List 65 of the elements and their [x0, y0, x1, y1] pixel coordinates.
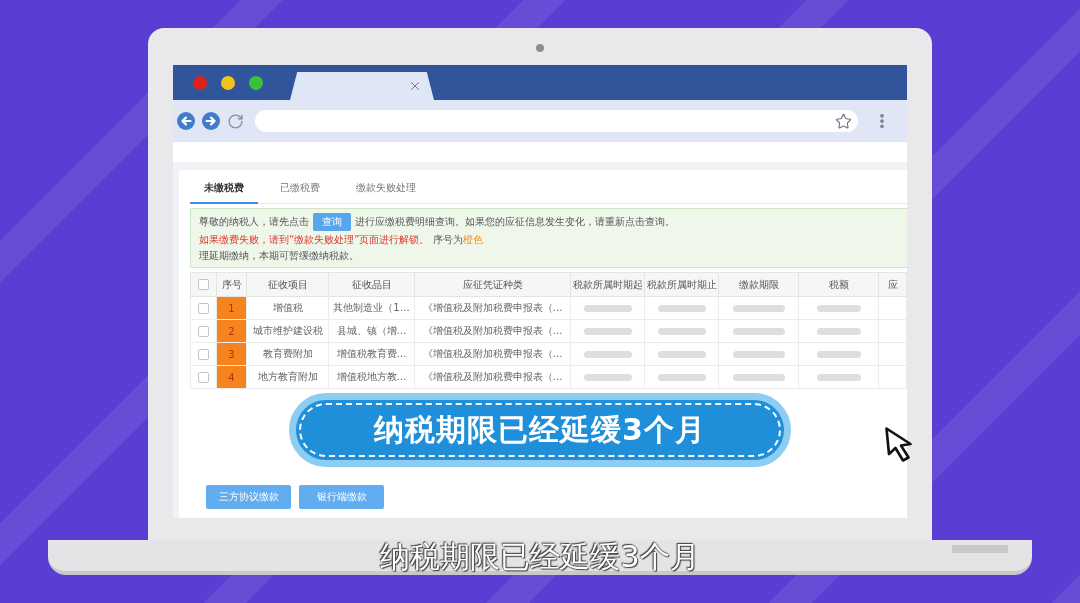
close-icon[interactable] [408, 79, 422, 93]
table-cell: 增值税教育费… [328, 342, 415, 366]
column-header: 税款所属时期止 [644, 272, 719, 297]
column-header: 应 [878, 272, 907, 297]
blurred-value [583, 327, 632, 335]
query-button[interactable]: 查询 [313, 213, 351, 231]
zoom-dot-icon[interactable] [249, 75, 263, 90]
checkbox[interactable] [198, 279, 209, 290]
table-cell: 《增值税及附加税费申报表（… [414, 319, 571, 343]
column-header: 序号 [216, 272, 247, 297]
recess-icon [952, 545, 1008, 553]
blurred-value [732, 350, 785, 358]
column-header: 缴款期限 [718, 272, 799, 297]
back-icon[interactable] [177, 112, 195, 130]
checkbox[interactable] [198, 371, 209, 383]
table-cell: 增值税地方教… [328, 365, 415, 389]
blurred-value [657, 350, 706, 358]
column-header: 征收品目 [328, 272, 415, 297]
blurred-value [816, 373, 861, 381]
camera-icon [536, 44, 544, 52]
subtitle: 纳税期限已经延缓3个月 [380, 538, 700, 576]
notice-text: 尊敬的纳税人，请先点击 [199, 215, 309, 229]
table-cell: 《增值税及附加税费申报表（… [414, 296, 571, 320]
browser-tab[interactable] [290, 72, 434, 100]
page-tab[interactable]: 未缴税费 [190, 174, 258, 204]
table-cell: 增值税 [246, 296, 329, 320]
notice-text: 理延期缴纳，本期可暂缓缴纳税款。 [199, 249, 360, 263]
notice-text: 序号为橙色 [433, 233, 484, 247]
blurred-value [732, 304, 785, 312]
checkbox[interactable] [198, 348, 209, 360]
checkbox[interactable] [198, 302, 209, 314]
minimize-dot-icon[interactable] [221, 75, 235, 90]
column-header: 税额 [798, 272, 879, 297]
notice-text: 如果缴费失败，请到“缴款失败处理”页面进行解锁。 [199, 233, 430, 247]
blurred-value [816, 327, 861, 335]
table-cell: 教育费附加 [246, 342, 329, 366]
table-cell: 地方教育附加 [246, 365, 329, 389]
address-field[interactable] [255, 110, 858, 132]
highlight-banner: 纳税期限已经延缓3个月 [289, 393, 791, 467]
column-header: 应征凭证种类 [414, 272, 571, 297]
table-cell: 城市维护建设税 [246, 319, 329, 343]
table-cell: 《增值税及附加税费申报表（… [414, 342, 571, 366]
star-icon[interactable] [835, 112, 852, 130]
blurred-value [816, 304, 861, 312]
blurred-value [657, 304, 706, 312]
page-tab[interactable]: 缴款失败处理 [342, 174, 430, 204]
table-cell: 其他制造业（1… [328, 296, 415, 320]
blurred-value [657, 373, 706, 381]
close-dot-icon[interactable] [193, 75, 207, 90]
table-cell: 《增值税及附加税费申报表（… [414, 365, 571, 389]
column-header: 税款所属时期起 [570, 272, 645, 297]
table-cell: 县城、镇（增… [328, 319, 415, 343]
page-tab[interactable]: 已缴税费 [266, 174, 334, 204]
blurred-value [583, 350, 632, 358]
blurred-value [583, 304, 632, 312]
blurred-value [816, 350, 861, 358]
notice-text: 进行应缴税费明细查询。如果您的应征信息发生变化，请重新点击查询。 [355, 215, 675, 229]
blurred-value [657, 327, 706, 335]
column-header: 征收项目 [246, 272, 329, 297]
blurred-value [583, 373, 632, 381]
blurred-value [732, 327, 785, 335]
blurred-value [732, 373, 785, 381]
checkbox[interactable] [198, 325, 209, 337]
reload-icon[interactable] [227, 112, 244, 130]
forward-icon[interactable] [202, 112, 220, 130]
